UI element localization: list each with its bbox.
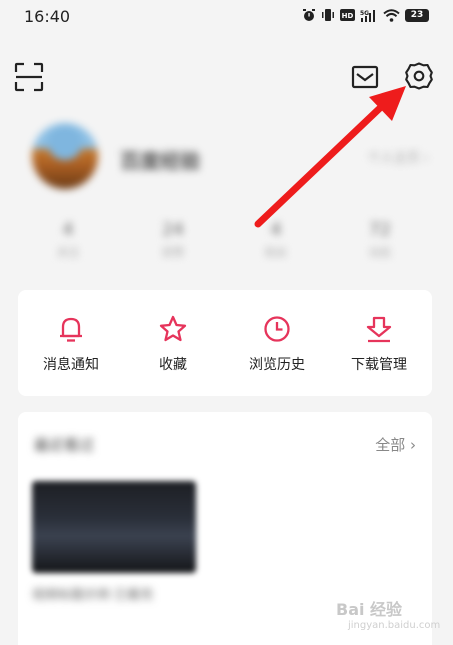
stat-likes[interactable]: 24 获赞 — [143, 220, 203, 260]
action-favorites[interactable]: 收藏 — [128, 314, 218, 374]
watermark-sub: jingyan.baidu.com — [348, 620, 441, 631]
vibrate-icon — [322, 9, 334, 21]
action-downloads[interactable]: 下载管理 — [334, 314, 424, 374]
stat-label: 关注 — [57, 246, 79, 259]
stat-num: 4 — [62, 220, 74, 240]
wifi-icon — [383, 8, 400, 22]
stat-label: 动态 — [369, 246, 391, 259]
action-label: 浏览历史 — [249, 357, 305, 373]
profile-link[interactable]: 个人主页 › — [368, 147, 429, 166]
clock-icon — [264, 316, 290, 342]
status-time: 16:40 — [24, 7, 71, 26]
username[interactable]: 百度经验 — [120, 145, 200, 174]
bell-icon — [60, 317, 82, 342]
svg-text:5G: 5G — [360, 10, 369, 17]
svg-text:HD: HD — [342, 12, 354, 20]
status-icons: HD 5G 23 — [302, 8, 429, 22]
stat-label: 粉丝 — [265, 246, 287, 259]
stat-num: 24 — [162, 220, 184, 240]
action-label: 收藏 — [159, 357, 187, 373]
alarm-icon — [303, 9, 315, 21]
status-bar: 16:40 HD 5G 23 — [0, 0, 453, 34]
recent-title: 最近看过 — [34, 436, 95, 454]
video-caption[interactable]: 视频标题示例 已看完 — [32, 584, 153, 603]
profile-section: 百度经验 个人主页 › 4 关注 24 获赞 4 粉丝 72 动态 — [0, 115, 453, 275]
hd-icon: HD — [340, 9, 355, 21]
star-icon — [159, 315, 187, 342]
action-label: 消息通知 — [43, 357, 99, 373]
action-label: 下载管理 — [351, 357, 407, 373]
download-icon — [366, 316, 392, 343]
quick-actions-card: 消息通知 收藏 浏览历史 下载管理 — [18, 290, 432, 396]
signal-5g-icon: 5G — [360, 9, 375, 22]
mail-icon[interactable] — [350, 62, 380, 92]
stat-num: 4 — [270, 220, 282, 240]
settings-gear-icon[interactable] — [404, 61, 434, 91]
stat-followers[interactable]: 4 粉丝 — [246, 220, 306, 260]
battery-icon: 23 — [405, 8, 429, 22]
action-history[interactable]: 浏览历史 — [232, 314, 322, 374]
action-notifications[interactable]: 消息通知 — [26, 314, 116, 374]
video-thumbnail[interactable] — [32, 481, 196, 573]
stat-posts[interactable]: 72 动态 — [350, 220, 410, 260]
watermark: Bai 经验 — [336, 600, 403, 619]
stat-num: 72 — [369, 220, 391, 240]
stat-label: 获赞 — [162, 246, 184, 259]
view-all-link[interactable]: 全部 › — [375, 434, 416, 455]
scan-icon[interactable] — [14, 62, 44, 92]
stat-following[interactable]: 4 关注 — [38, 220, 98, 260]
avatar[interactable] — [32, 123, 98, 189]
